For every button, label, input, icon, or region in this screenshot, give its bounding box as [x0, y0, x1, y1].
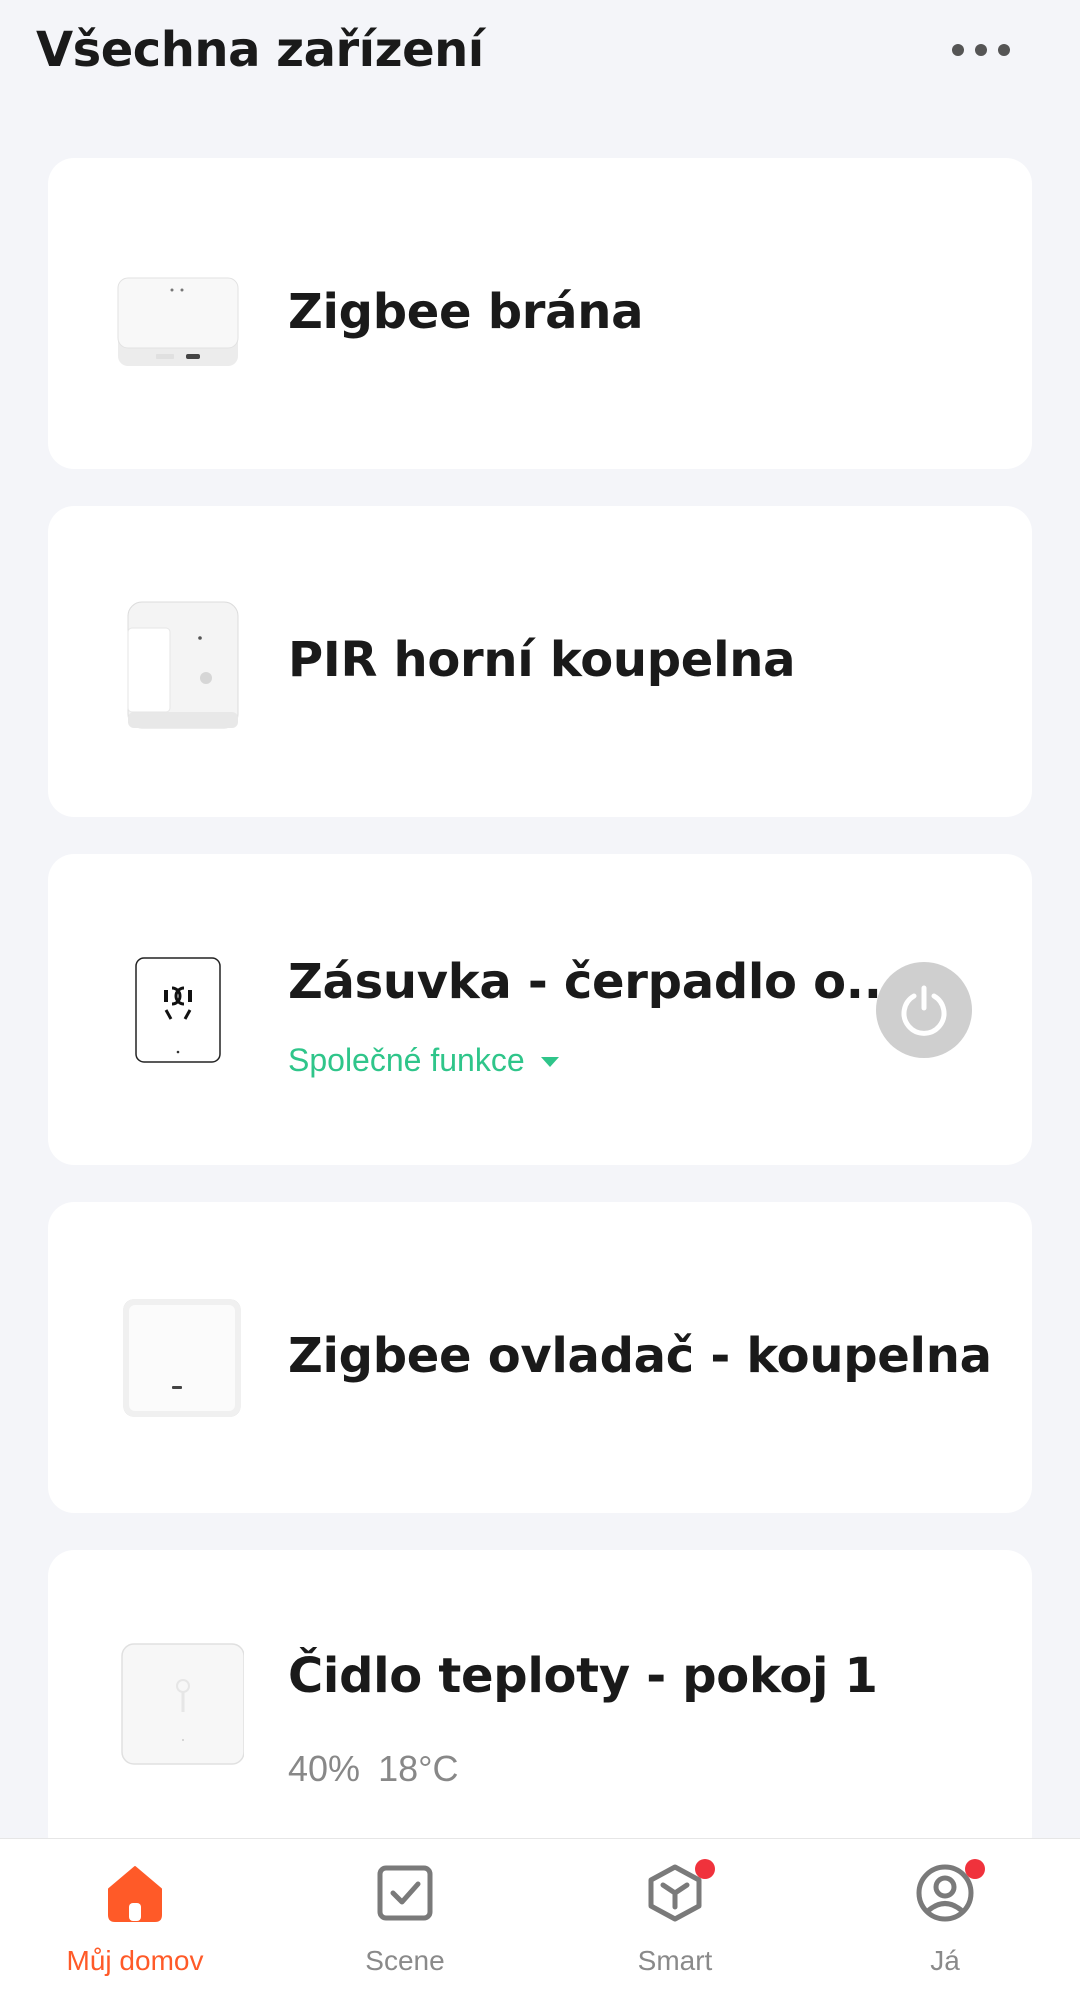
more-dot — [975, 44, 987, 56]
gateway-icon — [112, 254, 244, 374]
tab-label: Smart — [637, 1945, 713, 1976]
sensor-readings: 40% 18°C — [288, 1748, 459, 1790]
tab-label: Můj domov — [66, 1945, 204, 1976]
device-card-pir[interactable]: PIR horní koupelna — [48, 506, 1032, 817]
power-button[interactable] — [876, 962, 972, 1058]
tab-label: Já — [930, 1945, 960, 1976]
device-card-zigbee-remote[interactable]: Zigbee ovladač - koupelna — [48, 1202, 1032, 1513]
socket-icon — [112, 952, 244, 1072]
notification-badge — [695, 1859, 715, 1879]
more-options-button[interactable] — [946, 30, 1016, 70]
pir-sensor-icon — [112, 592, 244, 732]
tab-smart[interactable]: Smart — [540, 1839, 810, 2010]
humidity-value: 40% — [288, 1748, 361, 1789]
tab-scene[interactable]: Scene — [270, 1839, 540, 2010]
device-card-temperature-sensor[interactable]: Čidlo teploty - pokoj 1 40% 18°C — [48, 1550, 1032, 1861]
device-card-zigbee-gateway[interactable]: Zigbee brána — [48, 158, 1032, 469]
home-icon — [105, 1863, 165, 1923]
common-functions-label: Společné funkce — [288, 1042, 525, 1078]
temperature-sensor-icon — [112, 1642, 245, 1765]
device-card-socket[interactable]: Zásuvka - čerpadlo o... Společné funkce — [48, 854, 1032, 1165]
device-name: Zásuvka - čerpadlo o... — [288, 954, 900, 1010]
tab-label: Scene — [365, 1945, 445, 1976]
device-name: Zigbee ovladač - koupelna — [288, 1328, 992, 1384]
notification-badge — [965, 1859, 985, 1879]
tab-profile[interactable]: Já — [810, 1839, 1080, 2010]
scene-icon — [375, 1863, 435, 1923]
bottom-tab-bar: Můj domov Scene Smart Já — [0, 1838, 1080, 2010]
caret-down-icon — [540, 1056, 559, 1067]
more-dot — [952, 44, 964, 56]
power-icon — [901, 985, 947, 1036]
temperature-value: 18°C — [378, 1748, 459, 1789]
more-dot — [998, 44, 1010, 56]
tab-home[interactable]: Můj domov — [0, 1839, 270, 2010]
device-name: Zigbee brána — [288, 284, 644, 340]
remote-icon — [112, 1298, 244, 1418]
page-title: Všechna zařízení — [36, 22, 484, 78]
common-functions-dropdown[interactable]: Společné funkce — [288, 1042, 559, 1079]
header: Všechna zařízení — [0, 0, 1080, 110]
device-name: Čidlo teploty - pokoj 1 — [288, 1648, 878, 1704]
device-name: PIR horní koupelna — [288, 632, 796, 688]
